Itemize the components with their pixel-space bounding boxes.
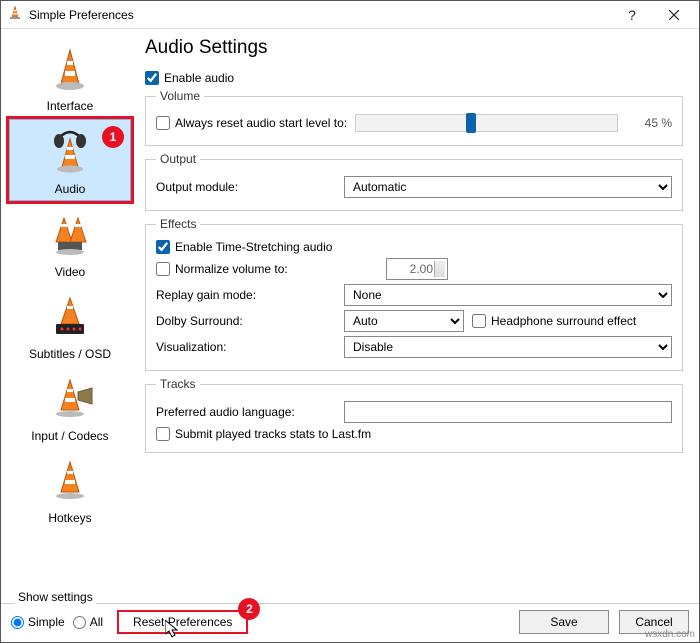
sidebar-item-input-codecs[interactable]: Input / Codecs xyxy=(9,367,131,447)
sidebar-item-label: Audio xyxy=(55,182,86,196)
output-group: Output Output module: Automatic xyxy=(145,152,683,211)
help-button[interactable]: ? xyxy=(611,1,653,29)
titlebar: Simple Preferences ? xyxy=(1,1,699,29)
dolby-label: Dolby Surround: xyxy=(156,314,336,328)
show-simple-input[interactable] xyxy=(11,616,24,629)
close-button[interactable] xyxy=(653,1,695,29)
save-button[interactable]: Save xyxy=(519,610,609,634)
interface-icon xyxy=(43,43,97,97)
reset-level-input[interactable] xyxy=(156,116,170,130)
sidebar-item-subtitles[interactable]: Subtitles / OSD xyxy=(9,285,131,365)
effects-group: Effects Enable Time-Stretching audio Nor… xyxy=(145,217,683,371)
replay-gain-select[interactable]: None xyxy=(344,284,672,306)
tracks-legend: Tracks xyxy=(156,377,200,391)
sidebar-item-label: Interface xyxy=(47,99,94,113)
headphone-label: Headphone surround effect xyxy=(491,314,636,328)
audio-icon xyxy=(43,126,97,180)
show-all-label: All xyxy=(90,615,103,629)
volume-percent: 45 % xyxy=(626,116,672,130)
reset-label: Reset Preferences xyxy=(133,615,232,629)
show-settings-label: Show settings xyxy=(15,590,96,604)
close-icon xyxy=(669,10,679,20)
annotation-badge-2: 2 xyxy=(238,598,260,620)
timestretch-checkbox[interactable]: Enable Time-Stretching audio xyxy=(156,240,672,254)
normalize-input[interactable] xyxy=(156,262,170,276)
enable-audio-checkbox[interactable]: Enable audio xyxy=(145,71,683,85)
reset-level-checkbox[interactable]: Always reset audio start level to: xyxy=(156,116,347,130)
show-all-input[interactable] xyxy=(73,616,86,629)
footer: Show settings Simple All 2 Reset Prefere… xyxy=(1,603,699,642)
settings-panel: Audio Settings Enable audio Volume Alway… xyxy=(139,29,699,603)
output-legend: Output xyxy=(156,152,200,166)
normalize-spinbox[interactable]: 2.00 xyxy=(386,258,448,280)
sidebar-item-label: Video xyxy=(55,265,85,279)
sidebar-item-interface[interactable]: Interface xyxy=(9,37,131,117)
output-module-select[interactable]: Automatic xyxy=(344,176,672,198)
cancel-label: Cancel xyxy=(635,615,672,629)
output-module-label: Output module: xyxy=(156,180,336,194)
headphone-input[interactable] xyxy=(472,314,486,328)
show-all-radio[interactable]: All xyxy=(73,615,103,629)
sidebar-item-label: Input / Codecs xyxy=(31,429,108,443)
viz-select[interactable]: Disable xyxy=(344,336,672,358)
vlc-logo-icon xyxy=(7,5,23,24)
enable-audio-label: Enable audio xyxy=(164,71,234,85)
lastfm-checkbox[interactable]: Submit played tracks stats to Last.fm xyxy=(156,427,672,441)
volume-legend: Volume xyxy=(156,89,204,103)
codecs-icon xyxy=(43,373,97,427)
pref-lang-input[interactable] xyxy=(344,401,672,423)
timestretch-label: Enable Time-Stretching audio xyxy=(175,240,332,254)
sidebar-item-audio[interactable]: 1 Audio xyxy=(9,119,131,201)
watermark: wsxdn.com xyxy=(645,629,695,640)
replay-gain-label: Replay gain mode: xyxy=(156,288,336,302)
timestretch-input[interactable] xyxy=(156,240,170,254)
page-title: Audio Settings xyxy=(145,37,683,59)
window-title: Simple Preferences xyxy=(29,8,611,22)
save-label: Save xyxy=(550,615,577,629)
normalize-value: 2.00 xyxy=(410,262,433,276)
show-simple-label: Simple xyxy=(28,615,65,629)
lastfm-label: Submit played tracks stats to Last.fm xyxy=(175,427,371,441)
enable-audio-input[interactable] xyxy=(145,71,159,85)
sidebar-item-hotkeys[interactable]: Hotkeys xyxy=(9,449,131,529)
subtitles-icon xyxy=(43,291,97,345)
volume-group: Volume Always reset audio start level to… xyxy=(145,89,683,146)
volume-slider[interactable] xyxy=(355,114,618,132)
sidebar-item-label: Subtitles / OSD xyxy=(29,347,111,361)
category-sidebar: Interface 1 Audio Video xyxy=(1,29,139,603)
annotation-badge-1: 1 xyxy=(102,126,124,148)
slider-thumb[interactable] xyxy=(466,113,476,133)
show-simple-radio[interactable]: Simple xyxy=(11,615,65,629)
reset-level-label: Always reset audio start level to: xyxy=(175,116,347,130)
headphone-checkbox[interactable]: Headphone surround effect xyxy=(472,314,636,328)
tracks-group: Tracks Preferred audio language: Submit … xyxy=(145,377,683,453)
normalize-label: Normalize volume to: xyxy=(175,262,288,276)
video-icon xyxy=(43,209,97,263)
normalize-checkbox[interactable]: Normalize volume to: xyxy=(156,262,378,276)
dolby-select[interactable]: Auto xyxy=(344,310,464,332)
preferences-window: Simple Preferences ? Interface 1 xyxy=(0,0,700,643)
hotkeys-icon xyxy=(43,455,97,509)
viz-label: Visualization: xyxy=(156,340,336,354)
reset-preferences-button[interactable]: 2 Reset Preferences xyxy=(117,610,248,634)
effects-legend: Effects xyxy=(156,217,200,231)
lastfm-input[interactable] xyxy=(156,427,170,441)
sidebar-item-video[interactable]: Video xyxy=(9,203,131,283)
sidebar-item-label: Hotkeys xyxy=(48,511,91,525)
pref-lang-label: Preferred audio language: xyxy=(156,405,336,419)
